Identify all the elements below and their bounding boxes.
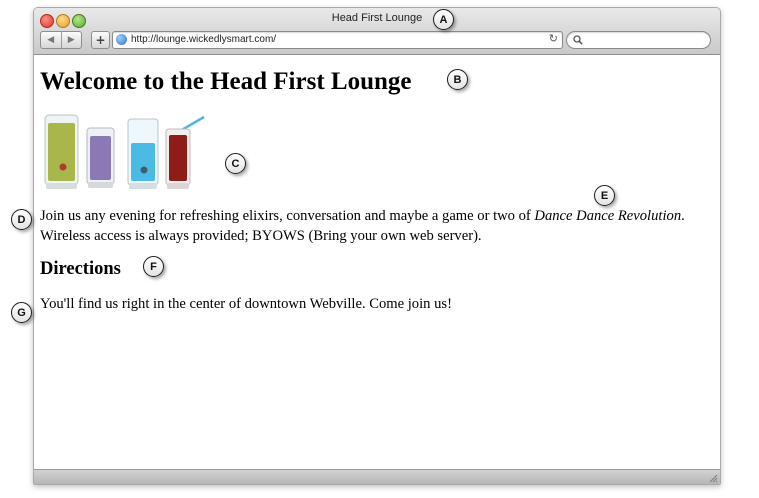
drink-fill — [169, 135, 187, 181]
intro-paragraph: Join us any evening for refreshing elixi… — [40, 206, 716, 246]
back-icon[interactable]: ◀ — [41, 32, 61, 48]
callout-b: B — [447, 69, 468, 90]
directions-paragraph: You'll find us right in the center of do… — [40, 296, 452, 312]
red-drink-glass — [165, 115, 205, 189]
add-bookmark-button[interactable]: + — [91, 31, 110, 49]
address-bar[interactable]: http://lounge.wickedlysmart.com/ ↻ — [112, 31, 563, 49]
window-title: Head First Lounge — [331, 12, 423, 24]
browser-toolbar: Head First Lounge ◀ ▶ + http://lounge.wi… — [34, 8, 720, 55]
page-content: Welcome to the Head First Lounge Join us… — [34, 55, 720, 469]
search-icon — [573, 35, 583, 45]
intro-emphasis: Dance Dance Revolution — [534, 208, 682, 224]
directions-heading: Directions — [40, 259, 121, 279]
callout-c: C — [225, 153, 246, 174]
drink-fill — [90, 136, 111, 180]
page-title: Welcome to the Head First Lounge — [40, 68, 412, 95]
intro-text: Join us any evening for refreshing elixi… — [40, 208, 535, 224]
forward-icon[interactable]: ▶ — [60, 32, 82, 48]
globe-icon — [116, 34, 127, 45]
callout-e: E — [594, 185, 615, 206]
search-input[interactable] — [589, 33, 701, 46]
callout-g: G — [11, 302, 32, 323]
blue-drink-glass — [127, 118, 159, 189]
callout-a: A — [433, 9, 454, 30]
callout-d: D — [11, 209, 32, 230]
search-field[interactable] — [566, 31, 711, 49]
browser-window: Head First Lounge ◀ ▶ + http://lounge.wi… — [33, 7, 721, 485]
green-drink-glass — [44, 114, 79, 189]
status-bar — [34, 469, 720, 484]
callout-f: F — [143, 256, 164, 277]
drinks-image — [44, 114, 205, 189]
navigation-buttons: ◀ ▶ — [40, 31, 82, 49]
drink-fill — [48, 123, 75, 181]
purple-drink-glass — [86, 127, 115, 188]
drink-fill — [131, 143, 155, 181]
url-text[interactable]: http://lounge.wickedlysmart.com/ — [131, 34, 276, 45]
resize-grip-icon[interactable] — [708, 473, 718, 483]
reload-icon[interactable]: ↻ — [549, 32, 558, 45]
